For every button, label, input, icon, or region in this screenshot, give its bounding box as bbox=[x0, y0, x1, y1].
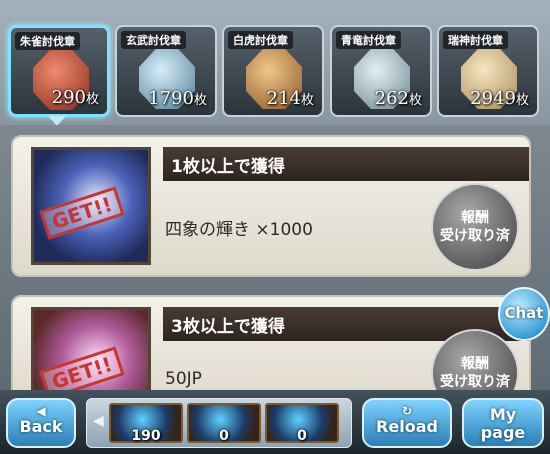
back-arrow-icon: ◀ bbox=[36, 404, 46, 418]
mypage-button[interactable]: My page bbox=[462, 398, 544, 448]
reward-item: 四象の輝き ×1000 bbox=[165, 220, 313, 240]
chat-button[interactable]: Chat bbox=[498, 287, 550, 341]
tab-label: 白虎討伐章 bbox=[228, 31, 293, 49]
tab-byakko-medal[interactable]: 白虎討伐章 214枚 bbox=[222, 25, 324, 117]
reward-condition: 3枚以上で獲得 bbox=[171, 317, 285, 337]
tab-label: 青竜討伐章 bbox=[336, 31, 401, 49]
mypage-label-line1: My bbox=[489, 405, 517, 424]
reward-card: GET!! 1枚以上で獲得 四象の輝き ×1000 報酬 受け取り済 bbox=[11, 135, 531, 277]
reload-button[interactable]: ↻ Reload bbox=[362, 398, 452, 448]
claimed-label-line2: 受け取り済 bbox=[440, 374, 510, 390]
claimed-label-line1: 報酬 bbox=[461, 210, 489, 226]
medal-count: 2949枚 bbox=[470, 88, 529, 109]
tab-label: 玄武討伐章 bbox=[121, 31, 186, 49]
item-count: 190 bbox=[131, 428, 161, 444]
footer-bar: ◀ Back ◀ 190 0 0 ↻ Reload My page bbox=[0, 390, 550, 454]
item-count: 0 bbox=[297, 428, 307, 444]
tab-zuishin-medal[interactable]: 瑞神討伐章 2949枚 bbox=[437, 25, 539, 117]
tab-suzaku-medal[interactable]: 朱雀討伐章 290枚 bbox=[8, 25, 110, 117]
mypage-label-line2: page bbox=[480, 423, 526, 442]
tab-genbu-medal[interactable]: 玄武討伐章 1790枚 bbox=[115, 25, 217, 117]
tab-label: 瑞神討伐章 bbox=[443, 31, 508, 49]
claimed-reward-button[interactable]: 報酬 受け取り済 bbox=[431, 183, 519, 271]
medal-count: 1790枚 bbox=[148, 88, 207, 109]
blue-gem-item[interactable]: 0 bbox=[265, 403, 339, 444]
medal-count: 214枚 bbox=[266, 88, 314, 109]
item-tray: ◀ 190 0 0 bbox=[86, 398, 352, 448]
get-stamp: GET!! bbox=[39, 186, 125, 240]
reload-label: Reload bbox=[376, 417, 438, 436]
tab-seiryu-medal[interactable]: 青竜討伐章 262枚 bbox=[330, 25, 432, 117]
back-button[interactable]: ◀ Back bbox=[6, 398, 76, 448]
blue-crystal-item[interactable]: 0 bbox=[187, 403, 261, 444]
medal-tab-bar: 朱雀討伐章 290枚 玄武討伐章 1790枚 白虎討伐章 214枚 青竜討伐章 … bbox=[0, 0, 550, 126]
reload-icon: ↻ bbox=[401, 404, 413, 418]
reward-item: 50JP bbox=[165, 369, 202, 389]
item-count: 0 bbox=[219, 428, 229, 444]
reward-thumbnail: GET!! bbox=[31, 147, 151, 265]
back-label: Back bbox=[19, 417, 63, 436]
reward-list[interactable]: GET!! 1枚以上で獲得 四象の輝き ×1000 報酬 受け取り済 GET!!… bbox=[0, 125, 550, 405]
claimed-label-line2: 受け取り済 bbox=[440, 228, 510, 244]
medal-count: 290枚 bbox=[51, 87, 99, 108]
reward-card: GET!! 3枚以上で獲得 50JP 報酬 受け取り済 bbox=[11, 295, 531, 405]
tray-left-arrow-icon[interactable]: ◀ bbox=[93, 413, 104, 429]
tab-label: 朱雀討伐章 bbox=[15, 32, 80, 50]
claimed-label-line1: 報酬 bbox=[461, 356, 489, 372]
fire-crystal-item[interactable]: 190 bbox=[109, 403, 183, 444]
medal-count: 262枚 bbox=[374, 88, 422, 109]
reward-condition-bar: 1枚以上で獲得 bbox=[163, 147, 529, 181]
reward-condition: 1枚以上で獲得 bbox=[171, 157, 285, 177]
